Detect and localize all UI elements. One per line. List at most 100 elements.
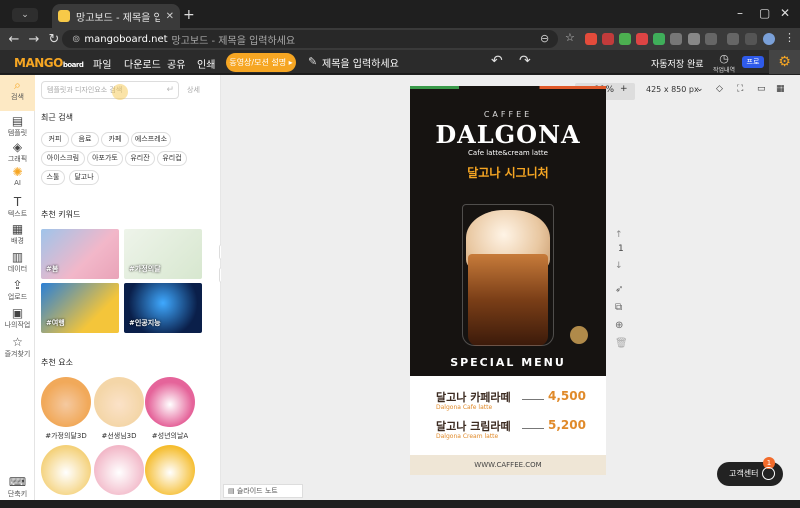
keyword-card[interactable]: #가정의달 <box>124 229 202 279</box>
recent-chip[interactable]: 유리잔 <box>125 151 155 166</box>
menu-print[interactable]: 인쇄 <box>197 56 215 71</box>
rail-search[interactable]: ⌕ 검색 <box>0 75 35 111</box>
coffee-glass-image[interactable] <box>462 196 554 346</box>
forward-icon[interactable]: → <box>24 32 44 47</box>
close-window-icon[interactable]: ✕ <box>780 6 790 20</box>
elements-title: 추천 요소 <box>41 358 73 367</box>
bookmark-star-icon[interactable]: ☆ <box>565 31 575 44</box>
element-thumb[interactable] <box>145 445 195 495</box>
zoom-in-button[interactable]: + <box>620 84 628 94</box>
element-thumb[interactable] <box>94 377 144 427</box>
menu-item-name[interactable]: 달고나 크림라떼 <box>436 418 511 434</box>
back-icon[interactable]: ← <box>4 32 24 47</box>
rocket-icon[interactable]: ➶ <box>615 284 623 295</box>
page-view-icon[interactable]: ▭ <box>757 84 766 94</box>
close-tab-icon[interactable]: ✕ <box>166 11 174 22</box>
redo-icon[interactable]: ↷ <box>519 53 531 69</box>
reload-icon[interactable]: ↻ <box>44 32 64 47</box>
search-submit-icon[interactable]: ↵ <box>166 82 174 98</box>
fit-screen-icon[interactable]: ⛶ <box>737 84 743 94</box>
canvas-size[interactable]: 425 x 850 px <box>646 85 699 94</box>
design-title[interactable]: DALGONA <box>410 120 606 149</box>
keyword-title: 추천 키워드 <box>41 210 81 219</box>
settings-gear-icon[interactable]: ⚙ <box>769 50 800 74</box>
recent-chip[interactable]: 스툴 <box>41 170 65 185</box>
design-website[interactable]: WWW.CAFFEE.COM <box>410 455 606 475</box>
mango-logo[interactable]: MANGOboard <box>14 56 84 70</box>
history-button[interactable]: ◷ 작업내역 <box>713 52 735 74</box>
extension-icon[interactable] <box>636 33 648 45</box>
menu-kebab-icon[interactable]: ⋮ <box>784 31 795 44</box>
menu-item-sub[interactable]: Dalgona Cream latte <box>436 433 498 440</box>
special-menu-label[interactable]: SPECIAL MENU <box>410 356 606 369</box>
recent-chip[interactable]: 에스프레소 <box>131 132 171 147</box>
recent-chip[interactable]: 카페 <box>101 132 129 147</box>
element-thumb[interactable] <box>41 377 91 427</box>
recent-chip[interactable]: 유리컵 <box>157 151 187 166</box>
rail-label: 단축키 <box>7 490 28 498</box>
url-field[interactable]: ⊚ mangoboard.net 망고보드 - 제목을 입력하세요 <box>62 30 558 48</box>
design-korean-title[interactable]: 달고나 시그니처 <box>410 164 606 181</box>
menu-item-price[interactable]: 5,200 <box>548 418 586 432</box>
maximize-icon[interactable]: ▢ <box>759 6 770 20</box>
size-dropdown-icon[interactable]: ⌄ <box>696 84 704 94</box>
menu-item-sub[interactable]: Dalgona Cafe latte <box>436 404 492 411</box>
recent-chip[interactable]: 음료 <box>71 132 99 147</box>
element-thumb[interactable] <box>94 445 144 495</box>
grid-view-icon[interactable]: ▦ <box>776 84 785 94</box>
copy-page-icon[interactable]: ⧉ <box>615 302 622 313</box>
profile-avatar[interactable] <box>763 33 775 45</box>
text-icon: T <box>13 195 22 209</box>
menu-share[interactable]: 공유 <box>167 56 185 71</box>
search-input[interactable]: 템플릿과 디자인요소 검색 ↵ <box>41 81 179 99</box>
zoom-icon[interactable]: ⊖ <box>540 32 549 45</box>
undo-icon[interactable]: ↶ <box>491 53 503 69</box>
site-info-icon[interactable]: ⊚ <box>72 34 80 45</box>
element-thumb[interactable] <box>41 445 91 495</box>
extension-icon[interactable] <box>619 33 631 45</box>
extension-icon[interactable] <box>688 33 700 45</box>
design-subtitle[interactable]: Cafe latte&cream latte <box>410 149 606 157</box>
minimize-icon[interactable]: – <box>737 6 743 20</box>
page-up-icon[interactable]: ↑ <box>615 230 623 240</box>
detail-search-button[interactable]: 상세 <box>187 85 200 95</box>
recent-chip[interactable]: 아포가토 <box>87 151 123 166</box>
extension-icon[interactable] <box>745 33 757 45</box>
menu-item-price[interactable]: 4,500 <box>548 389 586 403</box>
extension-icon[interactable] <box>727 33 739 45</box>
recent-chip[interactable]: 아이스크림 <box>41 151 85 166</box>
extension-icon[interactable] <box>670 33 682 45</box>
element-thumb[interactable] <box>145 377 195 427</box>
slide-note-button[interactable]: ▤ 슬라이드 노트 <box>223 484 303 498</box>
tab-search-icon[interactable]: ⌄ <box>12 8 38 22</box>
extension-icon[interactable] <box>585 33 597 45</box>
recent-chip[interactable]: 달고나 <box>69 170 99 185</box>
layers-icon[interactable]: ◇ <box>716 84 723 94</box>
new-tab-button[interactable]: + <box>183 7 195 23</box>
keyword-card[interactable]: #인공지능 <box>124 283 202 333</box>
rail-favorites[interactable]: ☆ 즐겨찾기 <box>0 332 35 368</box>
extension-icon[interactable] <box>602 33 614 45</box>
delete-page-icon[interactable]: 🗑 <box>615 338 628 349</box>
add-page-icon[interactable]: ⊕ <box>615 320 623 331</box>
menu-item-name[interactable]: 달고나 카페라떼 <box>436 389 511 405</box>
extension-icon[interactable] <box>705 33 717 45</box>
rail-label: 검색 <box>11 93 24 101</box>
menu-download[interactable]: 다운로드 <box>124 56 161 71</box>
chart-icon: ▥ <box>11 250 24 264</box>
premium-badge[interactable]: 프로 <box>742 56 764 68</box>
page-down-icon[interactable]: ↓ <box>615 261 623 271</box>
customer-center-button[interactable]: 고객센터 1 <box>717 457 783 486</box>
menu-file[interactable]: 파일 <box>93 56 111 71</box>
recent-chip[interactable]: 커피 <box>41 132 69 147</box>
left-rail: ⌕ 검색 ▤ 템플릿 ◈ 그래픽 ✺ AI T 텍스트 ▦ 배경 ▥ 데이터 ⇪ 업로드 ▣ 나의… <box>0 75 35 500</box>
design-caffee[interactable]: CAFFEE <box>410 110 606 119</box>
promo-button[interactable]: 동영상/모션 설명 ▸ <box>226 53 296 72</box>
extension-icon[interactable] <box>653 33 665 45</box>
design-page[interactable]: CAFFEE DALGONA Cafe latte&cream latte 달고… <box>410 86 606 475</box>
keyword-card[interactable]: #여행 <box>41 283 119 333</box>
keyword-card[interactable]: #봄 <box>41 229 119 279</box>
browser-tab[interactable]: 망고보드 - 제목을 입력하세요 ✕ <box>52 4 180 28</box>
title-input[interactable]: 제목을 입력하세요 <box>322 55 399 70</box>
rail-shortcuts[interactable]: ⌨ 단축키 <box>0 472 35 508</box>
